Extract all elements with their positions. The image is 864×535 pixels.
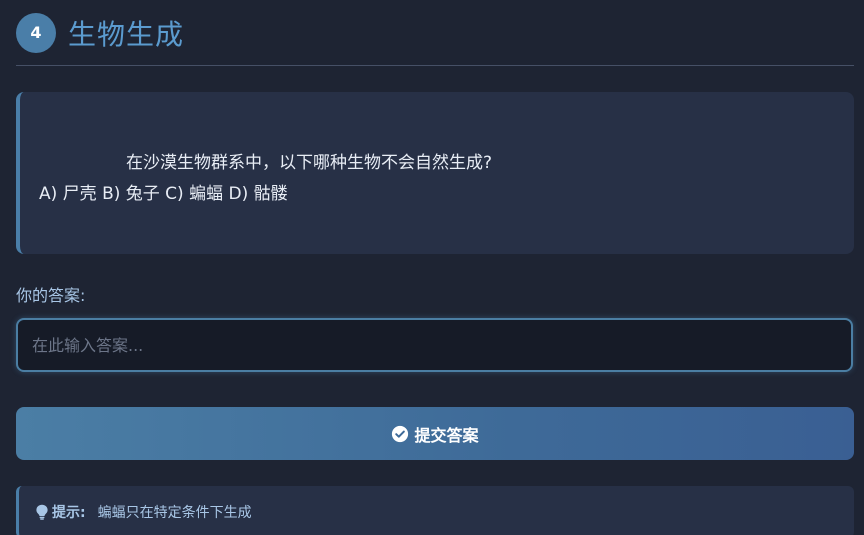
page-title: 生物生成 xyxy=(68,17,185,51)
question-card: 在沙漠生物群系中，以下哪种生物不会自然生成? A) 尸壳 B) 兔子 C) 蝙蝠… xyxy=(16,92,854,254)
question-options: A) 尸壳 B) 兔子 C) 蝙蝠 D) 骷髅 xyxy=(39,184,288,204)
lightbulb-icon xyxy=(36,504,48,520)
question-text: 在沙漠生物群系中，以下哪种生物不会自然生成? xyxy=(126,153,493,173)
step-number-badge: 4 xyxy=(16,12,56,53)
hint-label: 提示: xyxy=(52,505,86,521)
step-header: 4 生物生成 xyxy=(16,0,854,66)
quiz-page: 4 生物生成 在沙漠生物群系中，以下哪种生物不会自然生成? A) 尸壳 B) 兔… xyxy=(0,0,864,535)
submit-answer-button[interactable]: 提交答案 xyxy=(16,407,854,460)
hint-box: 提示: 蝙蝠只在特定条件下生成 xyxy=(16,486,854,535)
answer-label: 你的答案: xyxy=(16,286,86,305)
check-circle-icon xyxy=(392,425,409,442)
submit-label: 提交答案 xyxy=(414,425,479,445)
answer-input[interactable] xyxy=(16,318,853,372)
hint-text: 蝙蝠只在特定条件下生成 xyxy=(97,505,252,521)
